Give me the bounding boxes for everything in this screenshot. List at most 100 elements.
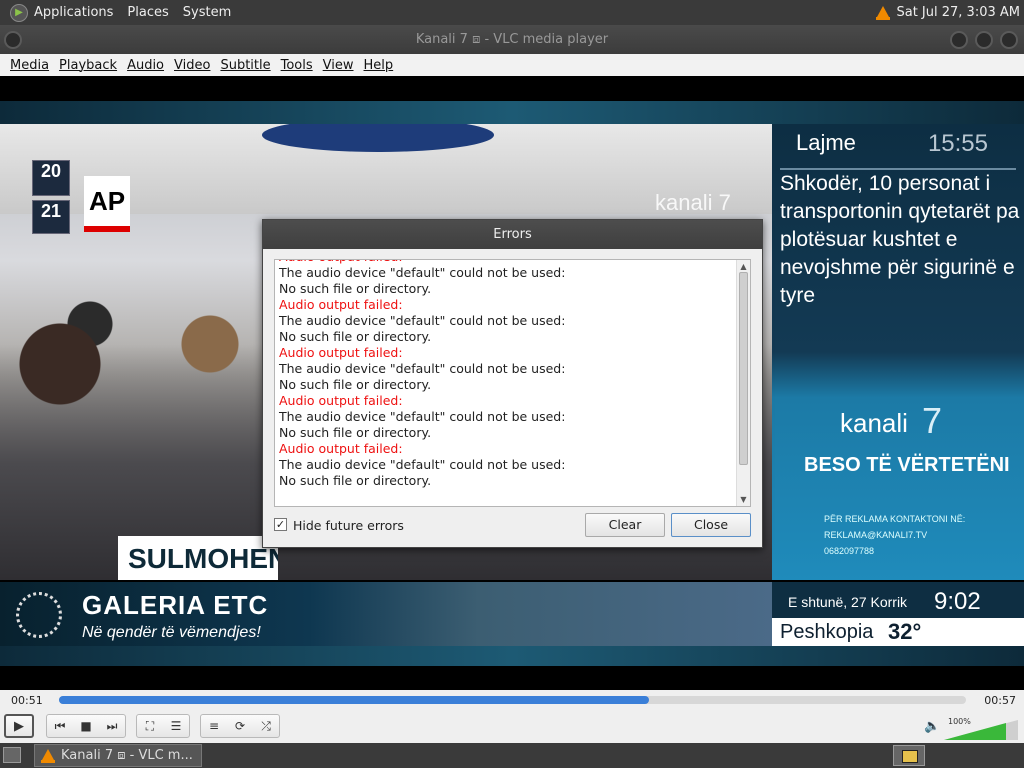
minimize-button[interactable] — [950, 31, 968, 49]
log-message-line: The audio device "default" could not be … — [279, 409, 566, 424]
seek-slider[interactable] — [59, 696, 966, 704]
playlist-icon[interactable]: ≡ — [201, 715, 227, 737]
shuffle-icon[interactable]: ⤮ — [253, 715, 279, 737]
broadcast-strip-top — [0, 101, 1024, 125]
log-message-line: No such file or directory. — [279, 377, 432, 392]
hide-future-errors-checkbox[interactable]: ✓ — [274, 518, 287, 531]
menu-audio[interactable]: Audio — [124, 58, 171, 73]
weather-city: Peshkopia — [780, 621, 874, 643]
playlist-group: ≡ ⟳ ⤮ — [200, 714, 280, 738]
error-log-text: Audio output failed:The audio device "de… — [279, 260, 735, 489]
lower-caption: SULMOHEN — [118, 536, 278, 580]
weather-temp: 32° — [888, 619, 922, 644]
side-time: 15:55 — [927, 130, 988, 157]
volume-label: 100% — [948, 717, 971, 726]
menubar: Media Playback Audio Video Subtitle Tool… — [0, 54, 1024, 76]
total-time[interactable]: 00:57 — [984, 694, 1016, 707]
ticker-date: E shtunë, 27 Korrik — [788, 594, 908, 610]
window-titlebar[interactable]: Kanali 7 ⧈ - VLC media player — [0, 25, 1024, 54]
speaker-icon[interactable]: 🔈 — [924, 719, 940, 734]
weather-bar: Peshkopia 32° — [772, 618, 1024, 646]
clear-button[interactable]: Clear — [585, 513, 665, 537]
next-icon[interactable]: ⏭ — [99, 715, 125, 737]
ap-logo: AP — [84, 176, 130, 232]
menu-system[interactable]: System — [183, 5, 239, 20]
fullscreen-icon[interactable]: ⛶ — [137, 715, 163, 737]
lower-third-ticker: GALERIA ETC Në qendër të vëmendjes! — [0, 582, 772, 646]
news-side-panel: Lajme 15:55 Shkodër, 10 personat i trans… — [772, 124, 1024, 580]
log-message-line: The audio device "default" could not be … — [279, 313, 566, 328]
log-message-line: The audio device "default" could not be … — [279, 265, 566, 280]
side-section-title: Lajme — [796, 130, 856, 155]
taskbar-vlc-item[interactable]: Kanali 7 ⧈ - VLC m... — [34, 744, 202, 767]
workspace-switcher-icon[interactable] — [893, 745, 925, 766]
maximize-button[interactable] — [975, 31, 993, 49]
channel-watermark: kanali 7 — [655, 190, 731, 215]
ticker-clock: 9:02 — [934, 588, 981, 615]
applications-logo-icon[interactable]: ▶ — [10, 3, 28, 22]
previous-icon[interactable]: ⏮ — [47, 715, 73, 737]
hide-future-errors-label[interactable]: Hide future errors — [293, 518, 404, 533]
transport-group: ⏮ ■ ⏭ — [46, 714, 126, 738]
view-group: ⛶ ☰ — [136, 714, 190, 738]
ticker-title: GALERIA ETC — [82, 590, 269, 620]
play-button[interactable]: ▶ — [4, 714, 34, 738]
gate-sign-bottom: 21 — [32, 200, 70, 234]
menu-applications[interactable]: Applications — [34, 5, 121, 20]
vlc-tray-icon[interactable] — [876, 5, 891, 20]
menu-places[interactable]: Places — [127, 5, 176, 20]
log-message-line: No such file or directory. — [279, 425, 432, 440]
ticker-info-box: E shtunë, 27 Korrik 9:02 Peshkopia 32° — [772, 582, 1024, 646]
play-icon: ▶ — [14, 718, 24, 734]
close-window-button[interactable] — [1000, 31, 1018, 49]
menu-help[interactable]: Help — [361, 58, 401, 73]
stop-icon[interactable]: ■ — [73, 715, 99, 737]
side-slogan: BESO TË VËRTETËNI — [804, 454, 1010, 476]
player-controls: ▶ ⏮ ■ ⏭ ⛶ ☰ ≡ ⟳ ⤮ 🔈 100% — [0, 710, 1024, 743]
log-message-line: No such file or directory. — [279, 329, 432, 344]
close-button[interactable]: Close — [671, 513, 751, 537]
extended-settings-icon[interactable]: ☰ — [163, 715, 189, 737]
bottom-taskbar: Kanali 7 ⧈ - VLC m... — [0, 743, 1024, 768]
error-log-scrollbar[interactable]: ▲ ▼ — [736, 260, 750, 506]
scroll-down-icon[interactable]: ▼ — [739, 495, 748, 504]
errors-dialog-title[interactable]: Errors — [263, 220, 762, 249]
scroll-up-icon[interactable]: ▲ — [739, 262, 748, 271]
side-brand: kanali — [840, 408, 908, 438]
seek-area: 00:51 00:57 — [0, 690, 1024, 710]
window-menu-icon[interactable] — [4, 31, 22, 49]
log-error-line: Audio output failed: — [279, 393, 403, 408]
galeria-logo-icon — [16, 592, 62, 638]
taskbar-vlc-label: Kanali 7 ⧈ - VLC m... — [61, 748, 193, 763]
menu-subtitle[interactable]: Subtitle — [217, 58, 277, 73]
menu-media[interactable]: Media — [0, 58, 56, 73]
log-error-line: Audio output failed: — [279, 345, 403, 360]
ticker-subtitle: Në qendër të vëmendjes! — [82, 624, 261, 641]
panel-clock[interactable]: Sat Jul 27, 3:03 AM — [896, 5, 1020, 20]
gate-sign-top: 20 — [32, 160, 70, 196]
side-ad-email: REKLAMA@KANALI7.TV — [824, 530, 928, 540]
log-message-line: No such file or directory. — [279, 473, 432, 488]
window-title: Kanali 7 ⧈ - VLC media player — [415, 32, 609, 47]
panel-tray: Sat Jul 27, 3:03 AM — [876, 0, 1020, 25]
menu-view[interactable]: View — [320, 58, 361, 73]
side-ad-line: PËR REKLAMA KONTAKTONI NË: — [824, 514, 966, 524]
broadcast-strip-bottom — [0, 646, 1024, 666]
seek-progress — [59, 696, 649, 704]
vlc-task-icon — [41, 748, 55, 763]
elapsed-time[interactable]: 00:51 — [11, 694, 43, 707]
menu-playback[interactable]: Playback — [56, 58, 124, 73]
side-brand-number: 7 — [922, 400, 943, 441]
menu-video[interactable]: Video — [171, 58, 217, 73]
menu-tools[interactable]: Tools — [278, 58, 320, 73]
log-message-line: The audio device "default" could not be … — [279, 361, 566, 376]
show-desktop-icon[interactable] — [3, 747, 21, 763]
volume-slider[interactable]: 100% — [944, 717, 1018, 740]
errors-dialog: Errors Audio output failed:The audio dev… — [262, 219, 763, 548]
loop-icon[interactable]: ⟳ — [227, 715, 253, 737]
top-panel: ▶ Applications Places System Sat Jul 27,… — [0, 0, 1024, 25]
error-log[interactable]: Audio output failed:The audio device "de… — [274, 259, 751, 507]
side-ad-phone: 0682097788 — [824, 546, 875, 556]
scroll-thumb[interactable] — [739, 272, 748, 465]
log-error-line: Audio output failed: — [279, 297, 403, 312]
